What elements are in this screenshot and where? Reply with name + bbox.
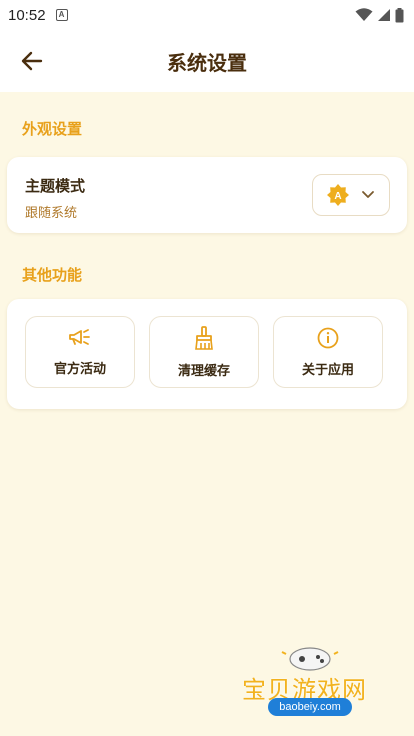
svg-text:A: A bbox=[334, 191, 341, 202]
app-bar: 系统设置 bbox=[0, 30, 414, 92]
section-title-appearance: 外观设置 bbox=[22, 120, 83, 138]
auto-theme-icon: A bbox=[327, 184, 349, 206]
page-title: 系统设置 bbox=[167, 50, 247, 75]
about-app-button[interactable]: 关于应用 bbox=[273, 316, 383, 388]
battery-icon bbox=[395, 7, 404, 22]
watermark-url: baobeiy.com bbox=[268, 698, 352, 716]
signal-icon bbox=[378, 9, 390, 21]
theme-mode-dropdown[interactable]: A bbox=[312, 174, 390, 216]
clear-cache-button[interactable]: 清理缓存 bbox=[149, 316, 259, 388]
notification-icon: A bbox=[55, 9, 68, 21]
wifi-icon bbox=[355, 8, 373, 21]
theme-mode-card: 主题模式 跟随系统 A bbox=[7, 157, 407, 233]
functions-card: 官方活动 清理缓存 关于应用 bbox=[7, 299, 407, 409]
theme-mode-title: 主题模式 bbox=[25, 177, 86, 195]
broom-icon bbox=[195, 325, 213, 350]
megaphone-icon bbox=[69, 328, 90, 345]
back-button[interactable] bbox=[16, 47, 48, 75]
status-bar: 10:52 A bbox=[0, 0, 414, 30]
watermark-logo: 宝贝游戏网 baobeiy.com bbox=[236, 642, 386, 722]
info-icon bbox=[317, 327, 339, 348]
clear-cache-label: 清理缓存 bbox=[177, 363, 230, 379]
about-app-label: 关于应用 bbox=[301, 362, 354, 378]
section-title-functions: 其他功能 bbox=[22, 266, 83, 284]
status-time: 10:52 bbox=[8, 6, 46, 24]
official-activity-button[interactable]: 官方活动 bbox=[25, 316, 135, 388]
chevron-down-icon bbox=[362, 191, 374, 198]
theme-mode-value: 跟随系统 bbox=[25, 206, 78, 221]
official-activity-label: 官方活动 bbox=[53, 361, 106, 377]
arrow-left-icon bbox=[21, 51, 43, 71]
